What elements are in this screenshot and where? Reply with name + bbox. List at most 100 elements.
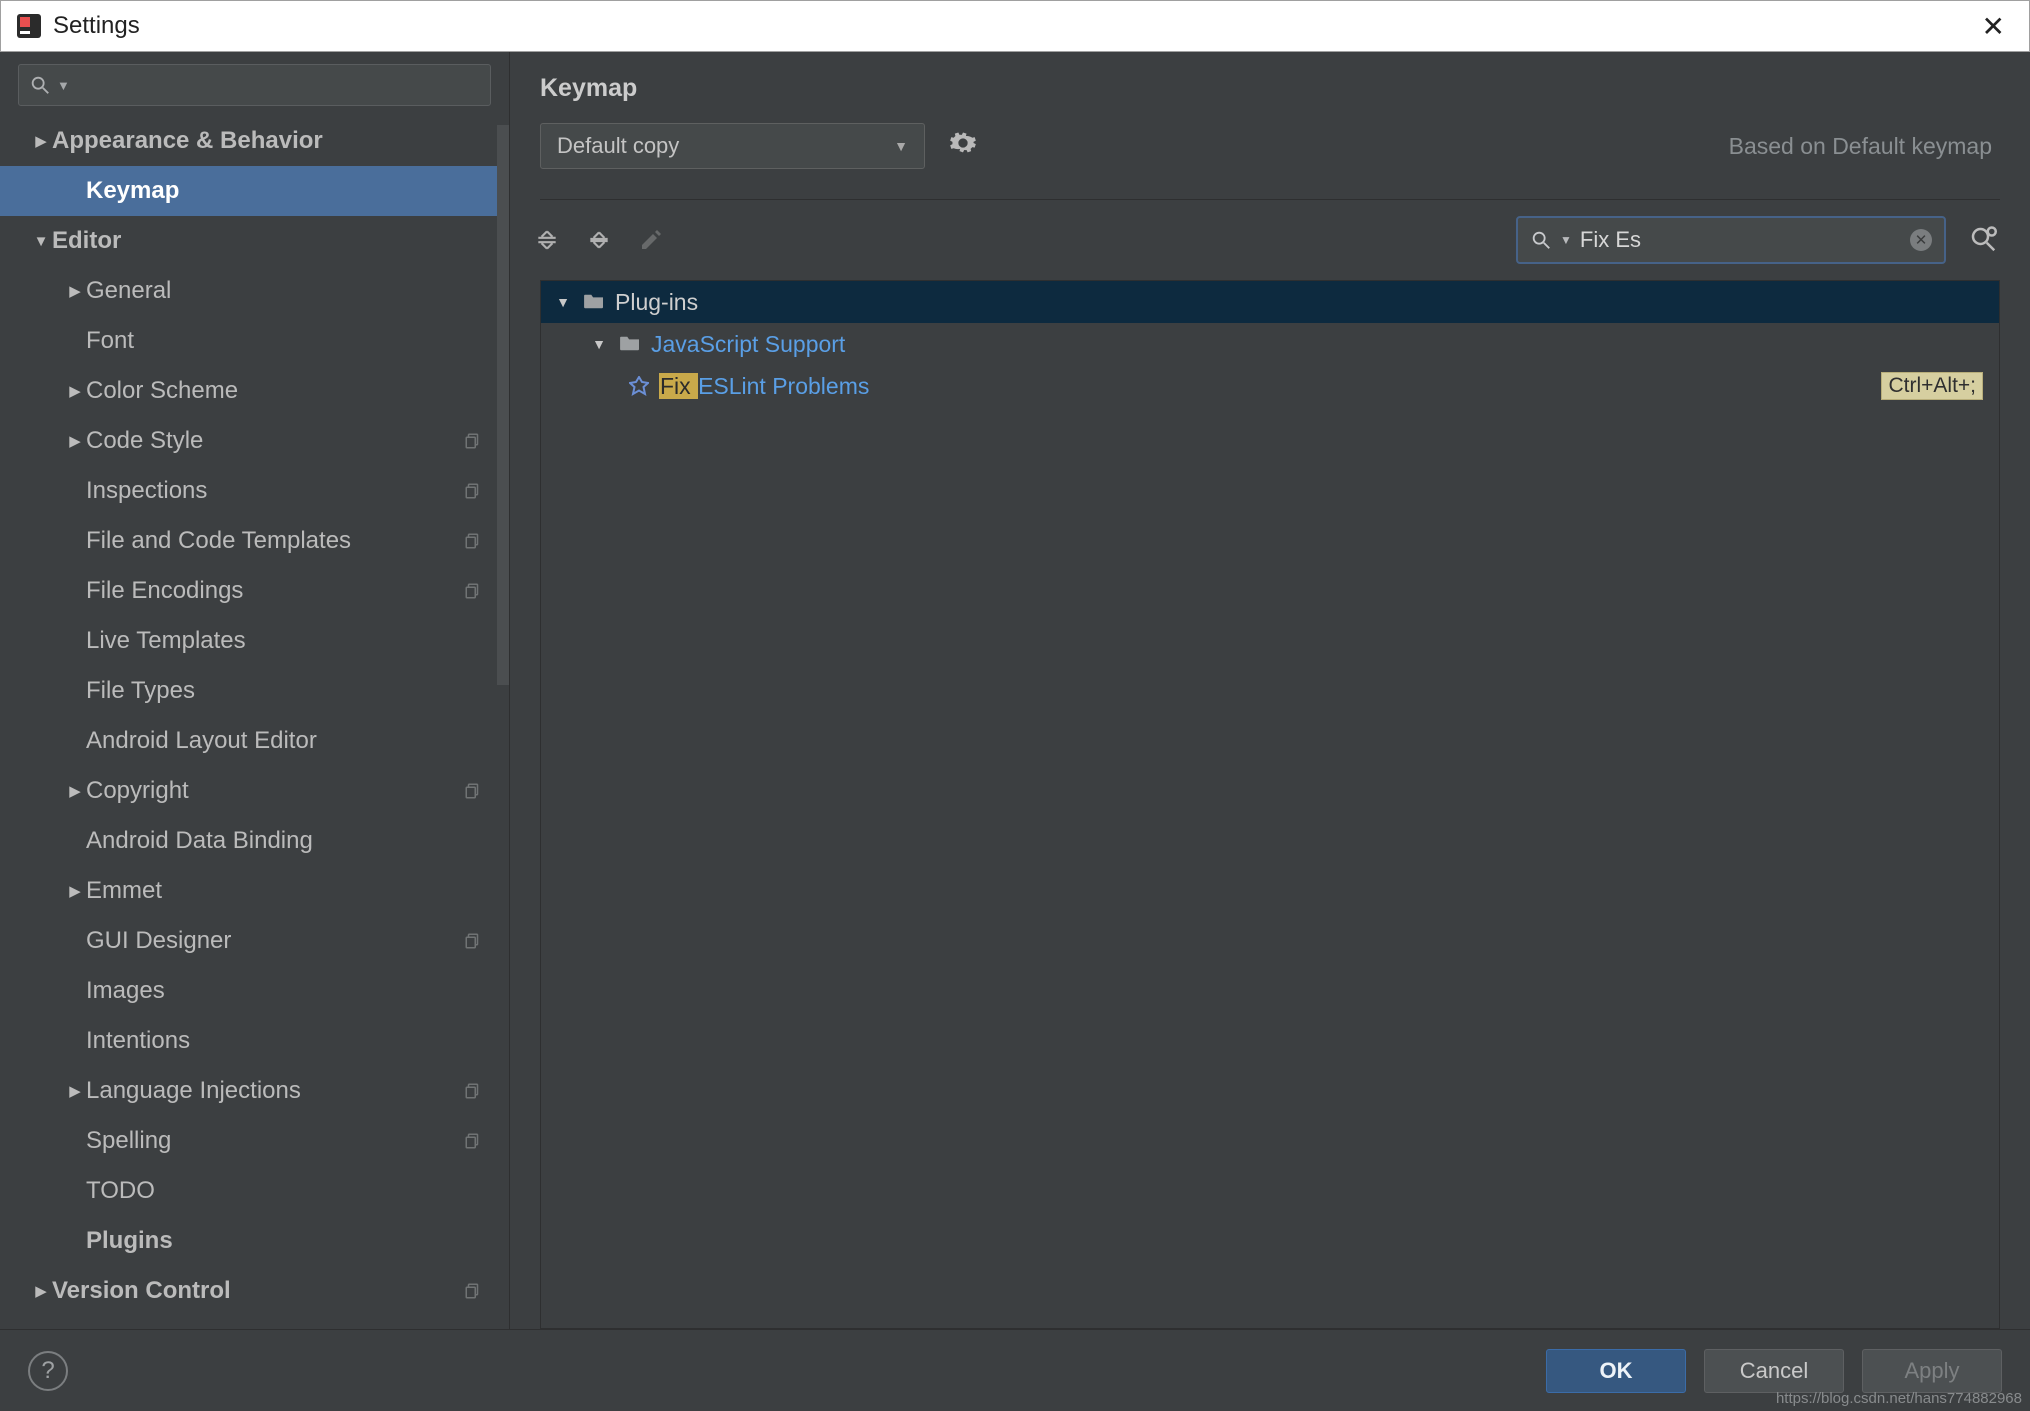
action-search-input[interactable] bbox=[1580, 227, 1902, 253]
result-row[interactable]: ▼JavaScript Support bbox=[541, 323, 1999, 365]
sidebar-item-label: Inspections bbox=[86, 477, 207, 505]
search-icon bbox=[29, 74, 51, 96]
chevron-down-icon: ▼ bbox=[1560, 233, 1572, 247]
sidebar-item-file-types[interactable]: File Types bbox=[0, 666, 509, 716]
sidebar-item-editor[interactable]: ▼Editor bbox=[0, 216, 509, 266]
scope-icon bbox=[463, 1131, 483, 1151]
chevron-right-icon: ▶ bbox=[64, 282, 86, 300]
sidebar-item-label: Color Scheme bbox=[86, 377, 238, 405]
sidebar-item-label: File Types bbox=[86, 677, 195, 705]
scope-icon bbox=[463, 781, 483, 801]
sidebar-item-general[interactable]: ▶General bbox=[0, 266, 509, 316]
titlebar-left: Settings bbox=[15, 12, 140, 40]
sidebar-item-label: Version Control bbox=[52, 1277, 231, 1305]
window-title: Settings bbox=[53, 12, 140, 40]
keymap-select[interactable]: Default copy ▼ bbox=[540, 123, 925, 169]
sidebar-item-label: Font bbox=[86, 327, 134, 355]
sidebar-item-images[interactable]: Images bbox=[0, 966, 509, 1016]
folder-icon bbox=[619, 331, 641, 358]
sidebar-item-label: General bbox=[86, 277, 171, 305]
sidebar-item-appearance-behavior[interactable]: ▶Appearance & Behavior bbox=[0, 116, 509, 166]
sidebar-item-intentions[interactable]: Intentions bbox=[0, 1016, 509, 1066]
sidebar-item-file-encodings[interactable]: File Encodings bbox=[0, 566, 509, 616]
sidebar-item-spelling[interactable]: Spelling bbox=[0, 1116, 509, 1166]
sidebar-item-android-layout-editor[interactable]: Android Layout Editor bbox=[0, 716, 509, 766]
titlebar: Settings ✕ bbox=[0, 0, 2030, 52]
close-icon[interactable]: ✕ bbox=[1972, 6, 2015, 47]
scope-icon bbox=[463, 531, 483, 551]
sidebar-item-emmet[interactable]: ▶Emmet bbox=[0, 866, 509, 916]
sidebar-item-label: Code Style bbox=[86, 427, 203, 455]
sidebar: ▼ ▶Appearance & BehaviorKeymap▼Editor▶Ge… bbox=[0, 52, 510, 1329]
scope-icon bbox=[463, 481, 483, 501]
action-search[interactable]: ▼ ✕ bbox=[1516, 216, 1946, 264]
chevron-down-icon: ▼ bbox=[589, 336, 609, 352]
main-header: Keymap Default copy ▼ Based on Default k… bbox=[510, 52, 2030, 181]
sidebar-item-version-control[interactable]: ▶Version Control bbox=[0, 1266, 509, 1316]
sidebar-item-label: Editor bbox=[52, 227, 121, 255]
keymap-toolbar: ▼ ✕ bbox=[510, 200, 2030, 280]
result-label: Fix ESLint Problems bbox=[659, 373, 869, 400]
sidebar-item-language-injections[interactable]: ▶Language Injections bbox=[0, 1066, 509, 1116]
sidebar-item-file-and-code-templates[interactable]: File and Code Templates bbox=[0, 516, 509, 566]
sidebar-item-label: Plugins bbox=[86, 1227, 173, 1255]
sidebar-item-label: Keymap bbox=[86, 177, 179, 205]
sidebar-item-label: Copyright bbox=[86, 777, 189, 805]
sidebar-item-label: Android Data Binding bbox=[86, 827, 313, 855]
chevron-down-icon: ▼ bbox=[57, 78, 70, 93]
sidebar-item-label: File Encodings bbox=[86, 577, 243, 605]
result-row[interactable]: Fix ESLint ProblemsCtrl+Alt+; bbox=[541, 365, 1999, 407]
collapse-all-icon[interactable] bbox=[584, 225, 614, 255]
result-label: Plug-ins bbox=[615, 289, 698, 316]
sidebar-item-label: Language Injections bbox=[86, 1077, 301, 1105]
scope-icon bbox=[463, 1081, 483, 1101]
watermark: https://blog.csdn.net/hans774882968 bbox=[1776, 1390, 2022, 1407]
chevron-right-icon: ▶ bbox=[30, 132, 52, 150]
find-shortcut-icon[interactable] bbox=[1968, 224, 2000, 256]
sidebar-item-color-scheme[interactable]: ▶Color Scheme bbox=[0, 366, 509, 416]
chevron-right-icon: ▶ bbox=[64, 382, 86, 400]
sidebar-item-android-data-binding[interactable]: Android Data Binding bbox=[0, 816, 509, 866]
sidebar-tree: ▶Appearance & BehaviorKeymap▼Editor▶Gene… bbox=[0, 116, 509, 1329]
sidebar-search-input[interactable] bbox=[76, 73, 480, 97]
chevron-right-icon: ▶ bbox=[30, 1282, 52, 1300]
scope-icon bbox=[463, 431, 483, 451]
chevron-right-icon: ▶ bbox=[64, 1082, 86, 1100]
gear-icon[interactable] bbox=[949, 129, 977, 163]
folder-icon bbox=[583, 289, 605, 316]
sidebar-item-gui-designer[interactable]: GUI Designer bbox=[0, 916, 509, 966]
app-icon bbox=[15, 12, 43, 40]
sidebar-search[interactable]: ▼ bbox=[18, 64, 491, 106]
scope-icon bbox=[463, 1281, 483, 1301]
help-button[interactable]: ? bbox=[28, 1351, 68, 1391]
cancel-button[interactable]: Cancel bbox=[1704, 1349, 1844, 1393]
sidebar-item-live-templates[interactable]: Live Templates bbox=[0, 616, 509, 666]
sidebar-item-label: Images bbox=[86, 977, 165, 1005]
apply-button[interactable]: Apply bbox=[1862, 1349, 2002, 1393]
sidebar-item-label: Spelling bbox=[86, 1127, 171, 1155]
sidebar-item-copyright[interactable]: ▶Copyright bbox=[0, 766, 509, 816]
ok-button[interactable]: OK bbox=[1546, 1349, 1686, 1393]
scope-icon bbox=[463, 931, 483, 951]
chevron-right-icon: ▶ bbox=[64, 782, 86, 800]
sidebar-item-font[interactable]: Font bbox=[0, 316, 509, 366]
based-on-label: Based on Default keymap bbox=[1729, 133, 2000, 160]
scrollbar[interactable] bbox=[497, 125, 509, 685]
sidebar-item-inspections[interactable]: Inspections bbox=[0, 466, 509, 516]
main-panel: Keymap Default copy ▼ Based on Default k… bbox=[510, 52, 2030, 1329]
dialog-footer: ? OK Cancel Apply bbox=[0, 1329, 2030, 1411]
keymap-bar: Default copy ▼ Based on Default keymap bbox=[540, 123, 2000, 169]
chevron-down-icon: ▼ bbox=[894, 138, 908, 154]
sidebar-item-label: GUI Designer bbox=[86, 927, 231, 955]
clear-icon[interactable]: ✕ bbox=[1910, 229, 1932, 251]
search-icon bbox=[1530, 229, 1552, 251]
sidebar-item-todo[interactable]: TODO bbox=[0, 1166, 509, 1216]
sidebar-item-label: Live Templates bbox=[86, 627, 246, 655]
sidebar-item-code-style[interactable]: ▶Code Style bbox=[0, 416, 509, 466]
edit-icon[interactable] bbox=[636, 225, 666, 255]
sidebar-item-keymap[interactable]: Keymap bbox=[0, 166, 509, 216]
sidebar-item-plugins[interactable]: Plugins bbox=[0, 1216, 509, 1266]
expand-all-icon[interactable] bbox=[532, 225, 562, 255]
result-row[interactable]: ▼Plug-ins bbox=[541, 281, 1999, 323]
chevron-right-icon: ▶ bbox=[64, 882, 86, 900]
